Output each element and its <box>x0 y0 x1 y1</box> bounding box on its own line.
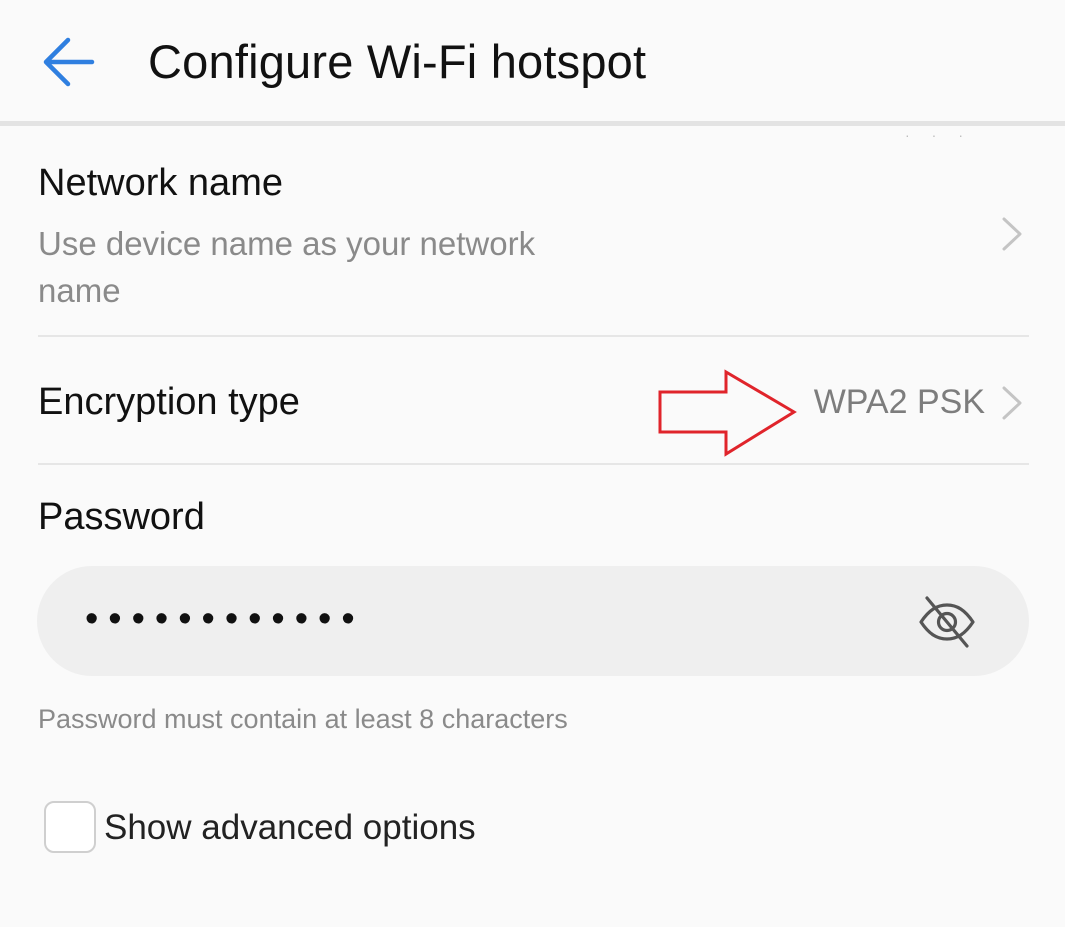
network-name-row[interactable]: Network name Use device name as your net… <box>0 126 1065 336</box>
header: Configure Wi-Fi hotspot <box>0 0 1065 126</box>
encryption-type-row[interactable]: Encryption type WPA2 PSK <box>0 337 1065 464</box>
hotspot-config-screen: Configure Wi-Fi hotspot Network name Use… <box>0 0 1065 927</box>
arrow-left-icon <box>43 37 95 87</box>
annotation-arrow-icon <box>658 369 797 457</box>
password-hint: Password must contain at least 8 charact… <box>38 704 568 734</box>
faint-marks: ··· <box>905 127 985 143</box>
encryption-type-title: Encryption type <box>38 381 300 423</box>
advanced-options-label: Show advanced options <box>104 808 476 847</box>
advanced-options-checkbox[interactable] <box>44 801 96 853</box>
back-button[interactable] <box>28 30 108 94</box>
encryption-type-value: WPA2 PSK <box>813 383 985 421</box>
chevron-right-icon <box>1002 386 1022 420</box>
divider <box>38 463 1029 465</box>
page-title: Configure Wi-Fi hotspot <box>148 35 647 88</box>
eye-off-icon <box>919 596 975 648</box>
toggle-password-visibility-button[interactable] <box>917 594 977 650</box>
network-name-subtitle: Use device name as your network name <box>38 225 536 309</box>
password-field[interactable]: •••••••••••• <box>37 566 1029 676</box>
network-name-title: Network name <box>38 162 283 204</box>
password-value: •••••••••••• <box>85 598 365 640</box>
chevron-right-icon <box>1002 217 1022 251</box>
password-label: Password <box>38 496 205 538</box>
show-advanced-options[interactable]: Show advanced options <box>44 800 514 856</box>
